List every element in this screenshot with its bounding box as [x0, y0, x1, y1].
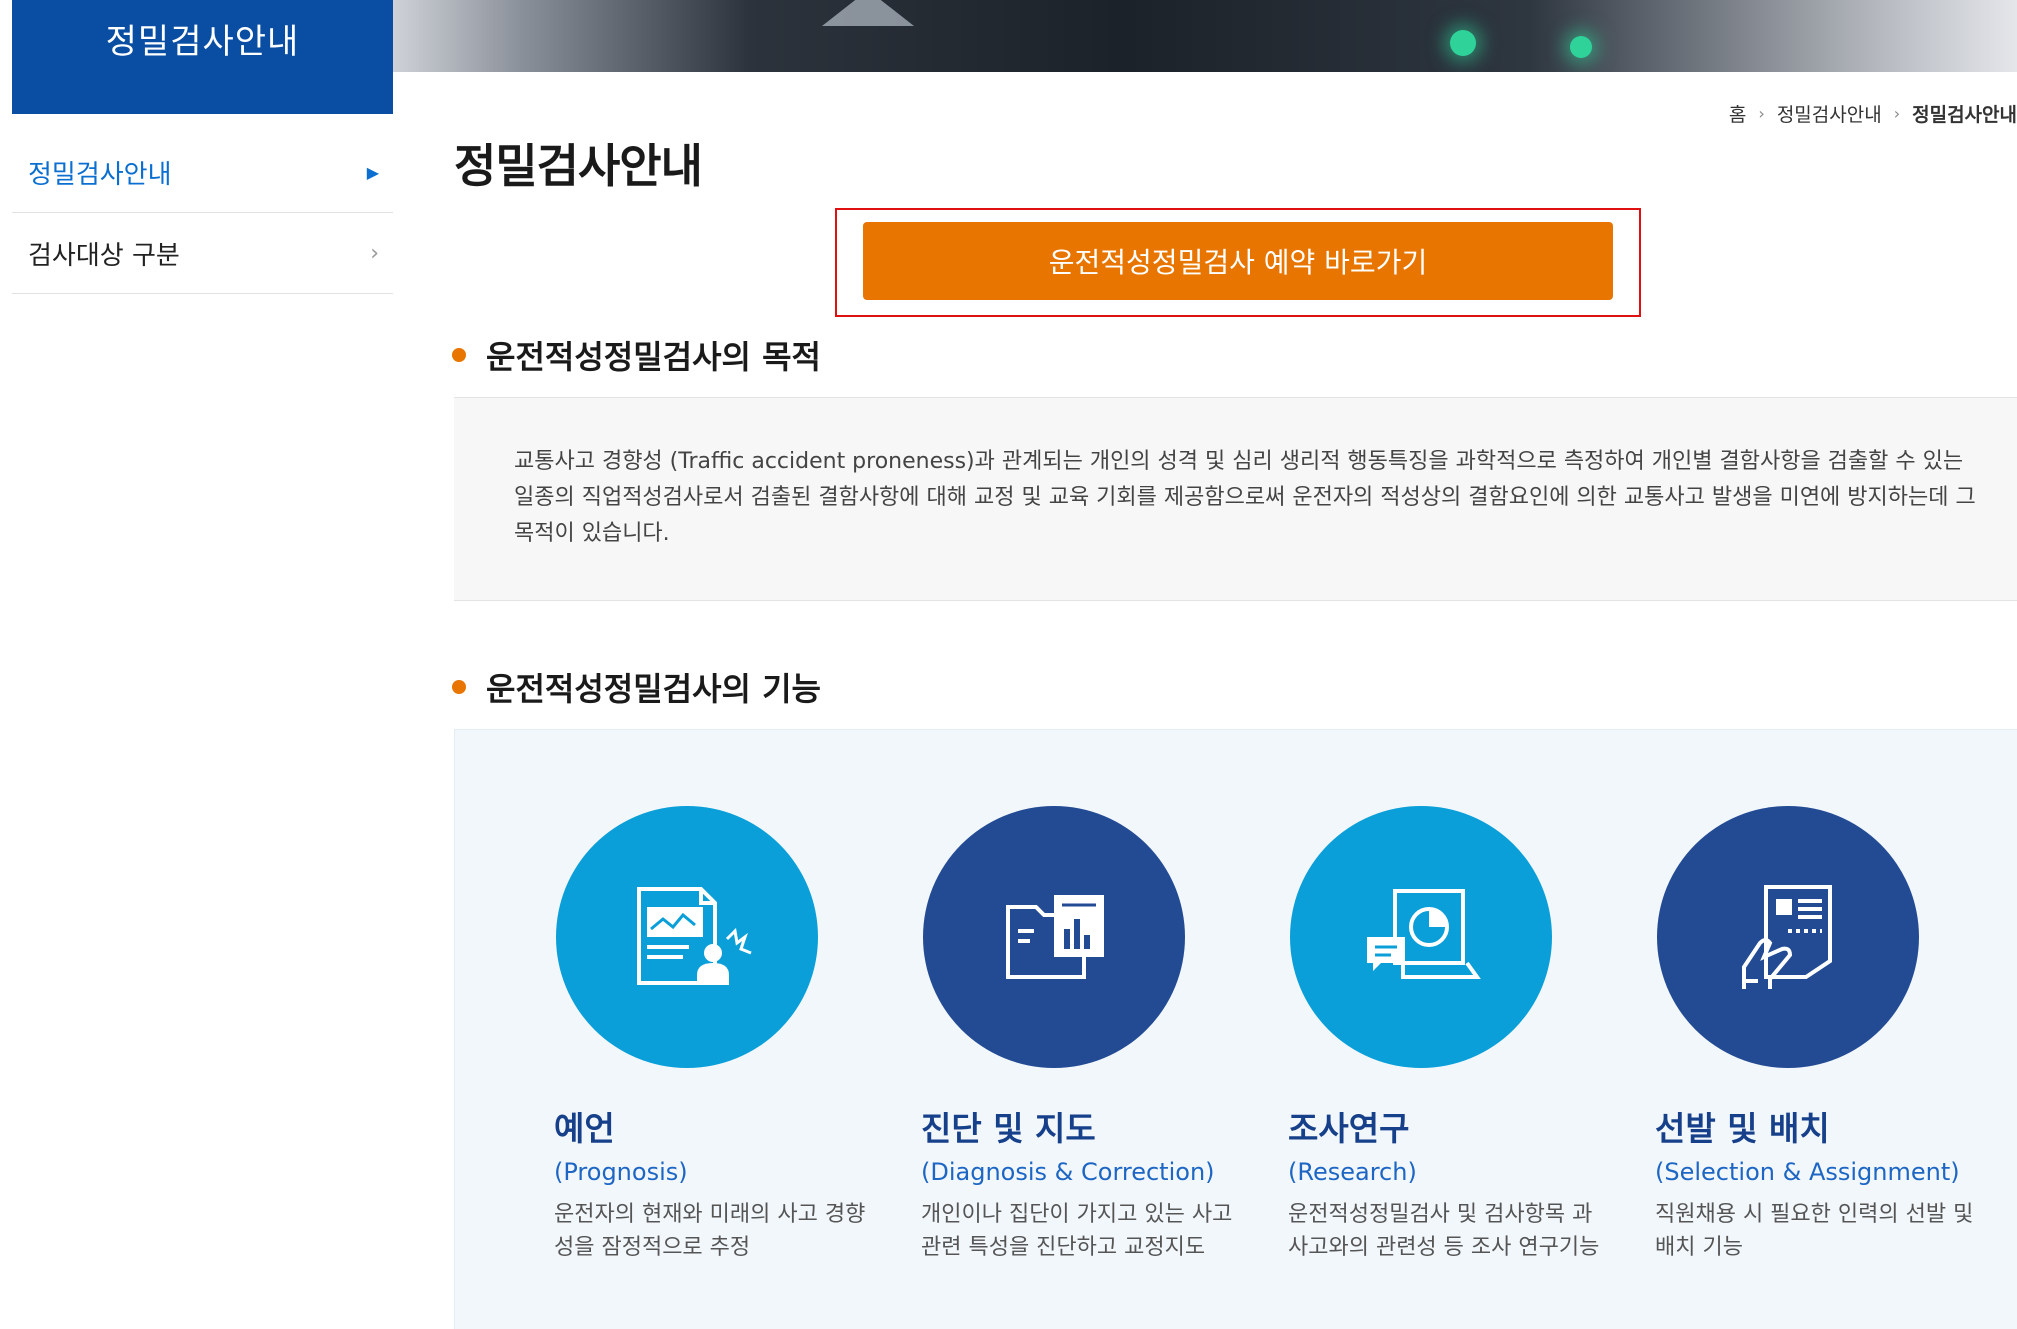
purpose-section-title: 운전적성정밀검사의 목적	[452, 332, 821, 378]
function-desc: 직원채용 시 필요한 인력의 선발 및 배치 기능	[1655, 1202, 1974, 1260]
sidebar-item-label: 정밀검사안내	[28, 159, 172, 190]
breadcrumb-home[interactable]: 홈	[1729, 100, 1746, 127]
breadcrumb-current: 정밀검사안내	[1912, 104, 2017, 126]
chevron-right-icon: ›	[370, 240, 379, 266]
caret-right-icon: ▶	[366, 162, 379, 182]
purpose-title-text: 운전적성정밀검사의 목적	[486, 338, 821, 376]
function-card-research: 조사연구 (Research) 운전적성정밀검사 및 검사항목 과 사고와의 관…	[1288, 806, 1618, 1264]
document-pie-chat-icon	[1367, 889, 1481, 979]
function-card-selection: 선발 및 배치 (Selection & Assignment) 직원채용 시 …	[1655, 806, 1985, 1264]
breadcrumb: 홈 › 정밀검사안내 › 정밀검사안내	[1729, 100, 2017, 127]
bullet-dot-icon	[452, 680, 466, 694]
function-eng: (Selection & Assignment)	[1655, 1158, 1960, 1186]
function-desc: 개인이나 집단이 가지고 있는 사고관련 특성을 진단하고 교정지도	[921, 1202, 1233, 1260]
function-desc: 운전자의 현재와 미래의 사고 경향성을 잠정적으로 추정	[554, 1202, 866, 1260]
function-desc: 운전적성정밀검사 및 검사항목 과 사고와의 관련성 등 조사 연구기능	[1288, 1202, 1600, 1260]
chevron-right-icon: ›	[1758, 104, 1765, 123]
sidebar-nav: 정밀검사안내 ▶ 검사대상 구분 ›	[12, 132, 393, 294]
function-name: 예언	[554, 1109, 615, 1148]
hero-banner	[392, 0, 2017, 72]
chevron-right-icon: ›	[1893, 104, 1901, 123]
function-name: 진단 및 지도	[921, 1109, 1096, 1148]
function-icon-circle	[556, 806, 818, 1068]
hand-resume-icon	[1742, 885, 1832, 989]
report-person-icon	[637, 887, 752, 985]
sidebar-item-label: 검사대상 구분	[28, 240, 180, 271]
sidebar-title: 정밀검사안내	[12, 0, 393, 114]
decorative-light	[1450, 30, 1476, 56]
breadcrumb-level1[interactable]: 정밀검사안내	[1777, 100, 1882, 127]
function-card-prognosis: 예언 (Prognosis) 운전자의 현재와 미래의 사고 경향성을 잠정적으…	[554, 806, 884, 1264]
function-name: 조사연구	[1288, 1109, 1410, 1148]
function-name: 선발 및 배치	[1655, 1109, 1830, 1148]
function-eng: (Diagnosis & Correction)	[921, 1158, 1215, 1186]
function-card-diagnosis: 진단 및 지도 (Diagnosis & Correction) 개인이나 집단…	[921, 806, 1251, 1264]
function-icon-circle	[923, 806, 1185, 1068]
decorative-light	[1570, 36, 1592, 58]
functions-title-text: 운전적성정밀검사의 기능	[486, 670, 821, 708]
function-eng: (Prognosis)	[554, 1158, 688, 1186]
purpose-text: 교통사고 경향성 (Traffic accident proneness)과 관…	[514, 449, 1976, 546]
function-icon-circle	[1657, 806, 1919, 1068]
function-icon-circle	[1290, 806, 1552, 1068]
folder-chart-icon	[1006, 895, 1104, 979]
sidebar-item-precision-test-info[interactable]: 정밀검사안내 ▶	[12, 132, 393, 213]
function-eng: (Research)	[1288, 1158, 1417, 1186]
functions-section-title: 운전적성정밀검사의 기능	[452, 664, 821, 710]
page-title: 정밀검사안내	[454, 139, 703, 193]
purpose-box: 교통사고 경향성 (Traffic accident proneness)과 관…	[454, 397, 2017, 601]
sidebar-item-test-target[interactable]: 검사대상 구분 ›	[12, 213, 393, 294]
bullet-dot-icon	[452, 348, 466, 362]
reservation-button[interactable]: 운전적성정밀검사 예약 바로가기	[863, 222, 1613, 300]
decorative-triangle	[822, 0, 914, 26]
